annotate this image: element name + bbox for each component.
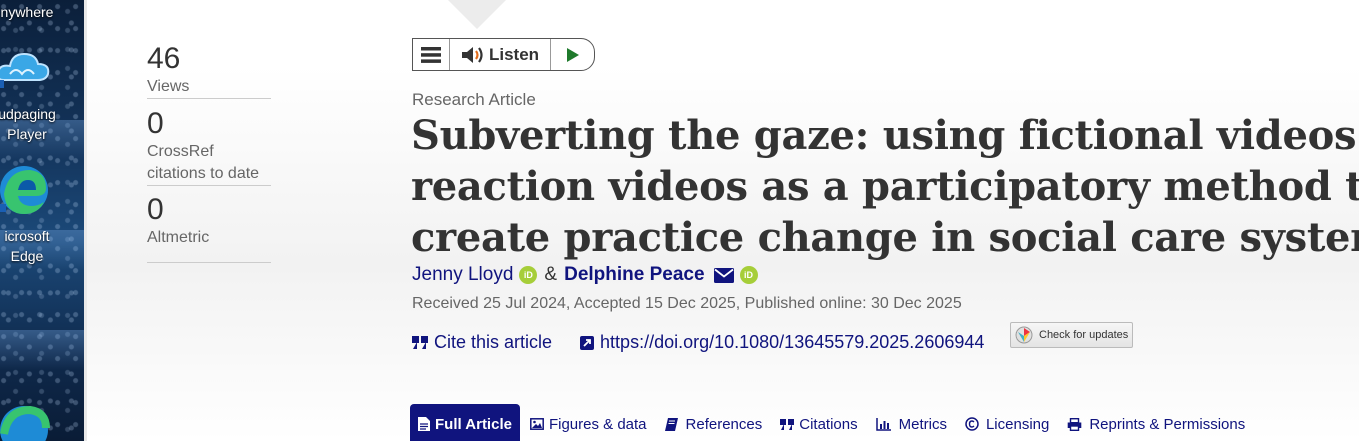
- tab-metrics[interactable]: Metrics: [875, 415, 947, 433]
- article-type: Research Article: [412, 90, 536, 109]
- tab-label: Reprints & Permissions: [1089, 415, 1246, 433]
- copyright-icon: [965, 417, 979, 431]
- wallpaper-ridge: [0, 330, 84, 370]
- tab-references[interactable]: References: [664, 415, 763, 433]
- image-icon: [530, 418, 544, 430]
- quote-icon: [780, 418, 795, 430]
- edge-icon[interactable]: [0, 404, 50, 441]
- tab-figures-data[interactable]: Figures & data: [530, 416, 647, 433]
- altmetric-count: 0: [147, 193, 164, 226]
- crossref-label: CrossRef citations to date: [147, 141, 271, 186]
- crossmark-icon: [1015, 326, 1033, 344]
- tab-label: References: [685, 415, 763, 433]
- tab-full-article[interactable]: Full Article: [410, 404, 520, 441]
- tab-label: Full Article: [435, 415, 512, 433]
- cite-article-link[interactable]: Cite this article: [412, 332, 552, 353]
- publication-dates: Received 25 Jul 2024, Accepted 15 Dec 20…: [412, 295, 962, 312]
- author-name[interactable]: Jenny Lloyd: [412, 264, 513, 286]
- tab-label: Licensing: [985, 415, 1050, 433]
- article-tabs: Full Article Figures & data References C…: [410, 404, 1263, 441]
- print-icon: [1068, 417, 1082, 431]
- orcid-icon[interactable]: iD: [519, 266, 538, 284]
- orcid-icon[interactable]: iD: [739, 266, 758, 284]
- play-button[interactable]: [551, 39, 594, 70]
- listen-button[interactable]: Listen: [450, 39, 551, 70]
- header-notch: [447, 0, 507, 29]
- listen-label: Listen: [488, 44, 540, 64]
- quote-icon: [412, 336, 428, 349]
- email-icon[interactable]: [713, 267, 734, 283]
- tab-label: Figures & data: [548, 415, 647, 433]
- doi-link[interactable]: https://doi.org/10.1080/13645579.2025.26…: [580, 332, 984, 353]
- desktop-icon-label[interactable]: udpaging Player: [0, 104, 82, 144]
- external-link-icon: [580, 335, 595, 350]
- article-links: Cite this article https://doi.org/10.108…: [412, 332, 984, 353]
- bar-chart-icon: [875, 417, 891, 431]
- check-updates-label: Check for updates: [1039, 329, 1129, 341]
- desktop-icon-label[interactable]: nywhere: [0, 2, 82, 22]
- play-icon: [566, 47, 579, 62]
- author-separator: &: [544, 264, 558, 285]
- doi-url: https://doi.org/10.1080/13645579.2025.26…: [600, 332, 985, 352]
- menu-icon: [421, 46, 441, 63]
- tab-label: Citations: [799, 415, 858, 433]
- book-icon: [664, 417, 678, 431]
- altmetric-metric[interactable]: 0 Altmetric: [147, 193, 271, 263]
- cloud-icon[interactable]: [0, 46, 52, 90]
- tab-reprints-permissions[interactable]: Reprints & Permissions: [1067, 416, 1245, 433]
- desktop-icon-label[interactable]: icrosoft Edge: [0, 226, 82, 266]
- tab-citations[interactable]: Citations: [780, 415, 858, 433]
- article-page: 46 Views 0 CrossRef citations to date 0 …: [87, 0, 1359, 441]
- listen-player: Listen: [412, 38, 595, 71]
- crossref-metric[interactable]: 0 CrossRef citations to date: [147, 107, 271, 186]
- article-title: Subverting the gaze: using fictional vid…: [411, 112, 1359, 261]
- speaker-icon: [461, 46, 483, 63]
- desktop-background: nywhere udpaging Player icrosoft Edge: [0, 0, 84, 441]
- check-for-updates-button[interactable]: Check for updates: [1010, 322, 1133, 348]
- author-name[interactable]: Delphine Peace: [564, 264, 704, 286]
- altmetric-label: Altmetric: [147, 227, 271, 263]
- views-metric: 46 Views: [147, 42, 271, 99]
- author-list: Jenny Lloyd iD & Delphine Peace iD: [412, 264, 758, 286]
- tab-label: Metrics: [898, 415, 947, 433]
- cite-label: Cite this article: [434, 332, 553, 352]
- document-icon: [418, 417, 430, 431]
- player-menu-button[interactable]: [413, 39, 450, 70]
- views-count: 46: [147, 42, 181, 75]
- crossref-count: 0: [147, 107, 164, 140]
- tab-licensing[interactable]: Licensing: [965, 416, 1049, 433]
- views-label: Views: [147, 76, 271, 99]
- edge-icon[interactable]: [0, 160, 50, 220]
